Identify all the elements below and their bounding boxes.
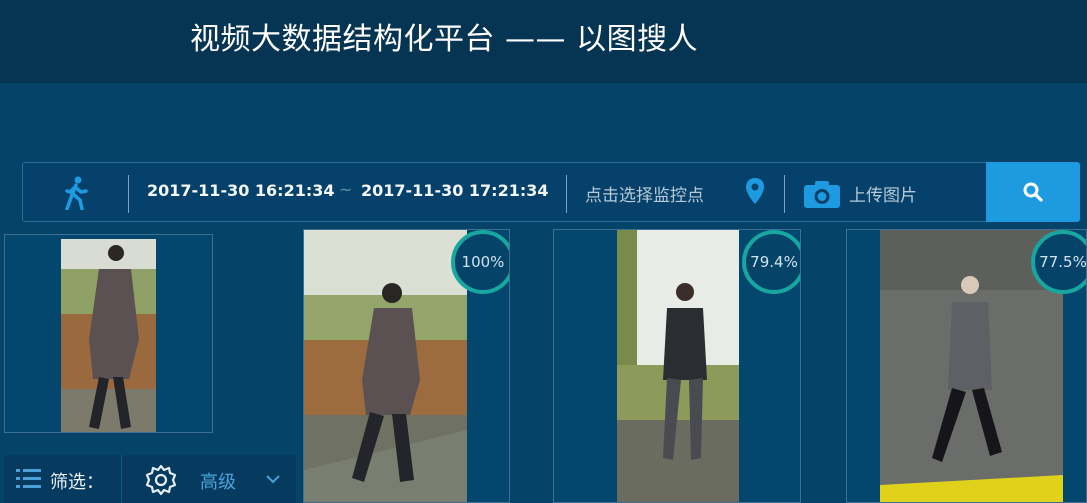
camera-icon[interactable] [803, 179, 841, 209]
start-time-field[interactable]: 2017-11-30 16:21:34 [147, 181, 335, 200]
location-pin-icon[interactable] [744, 177, 766, 205]
filter-label: 筛选： [50, 472, 104, 493]
similarity-score-badge: 77.5% [1031, 230, 1086, 294]
divider [566, 175, 567, 213]
divider [784, 175, 785, 213]
gear-icon[interactable] [144, 463, 178, 497]
result-card[interactable]: 77.5% [846, 229, 1087, 503]
divider [128, 175, 129, 213]
time-range-separator: ~ [339, 180, 353, 199]
search-button[interactable] [986, 162, 1080, 222]
similarity-score-badge: 79.4% [742, 230, 800, 294]
page-title: 视频大数据结构化平台 —— 以图搜人 [190, 22, 699, 57]
chevron-down-icon[interactable] [266, 475, 280, 484]
end-time-field[interactable]: 2017-11-30 17:21:34 [361, 181, 549, 200]
result-person-photo [304, 230, 467, 502]
pedestrian-icon[interactable] [61, 176, 91, 210]
result-person-photo [617, 230, 739, 502]
similarity-score-badge: 100% [451, 230, 509, 294]
result-card[interactable]: 79.4% [553, 229, 801, 503]
app-header: 视频大数据结构化平台 —— 以图搜人 [0, 0, 1087, 83]
query-image-card[interactable] [4, 234, 213, 433]
advanced-filter-toggle[interactable]: 高级 [200, 468, 236, 494]
upload-image-button[interactable]: 上传图片 [849, 181, 917, 206]
search-icon [1023, 182, 1043, 202]
filter-bar: 筛选： 高级 [4, 455, 296, 503]
result-card[interactable]: 100% [303, 229, 510, 503]
query-person-photo [61, 239, 156, 432]
search-bar: 2017-11-30 16:21:34 ~ 2017-11-30 17:21:3… [22, 162, 1080, 222]
location-picker[interactable]: 点击选择监控点 [585, 181, 704, 206]
list-icon[interactable] [16, 468, 42, 490]
divider [121, 455, 122, 503]
